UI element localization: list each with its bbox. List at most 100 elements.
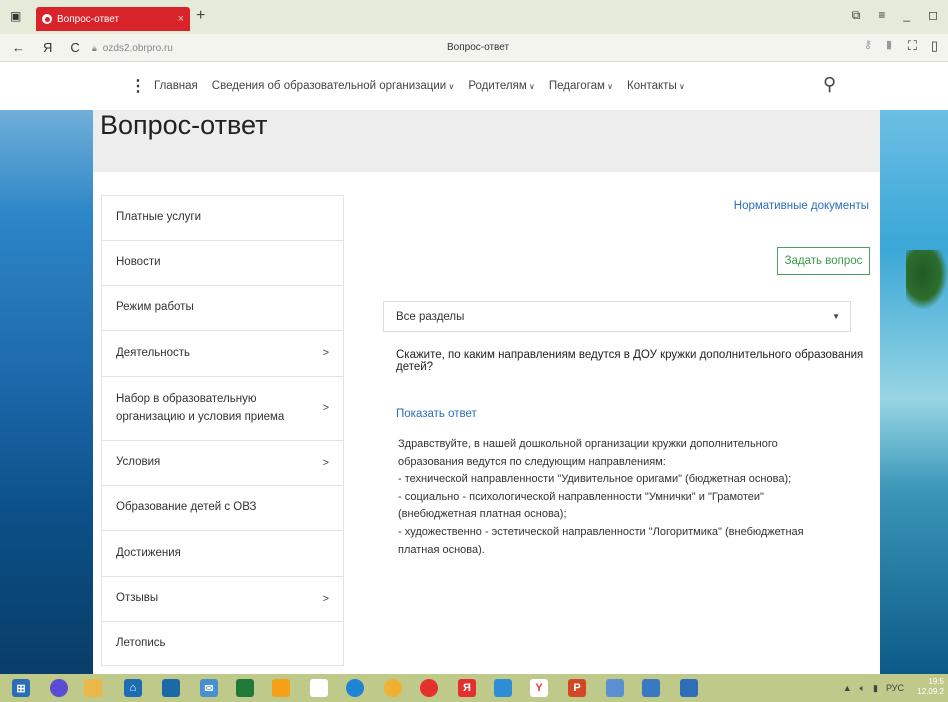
site-favicon-icon [42,14,52,24]
nav-item-teachers[interactable]: Педагогам [549,80,613,92]
sidebar-item-reviews[interactable]: Отзывы > [101,576,344,621]
home-icon[interactable]: ⌂ [124,679,142,697]
window-controls: ⧉ ≡ _ ◻ [852,8,938,23]
search-icon[interactable]: ⚲ [823,74,836,95]
page-title: Вопрос-ответ [100,110,268,140]
yandex-icon[interactable]: Я [43,40,52,55]
volume-icon[interactable]: 🔈︎ [860,683,865,694]
normative-documents-link[interactable]: Нормативные документы [734,200,869,212]
answer-line: Здравствуйте, в нашей дошкольной организ… [398,438,778,468]
extensions: ⛶ ▯ [908,38,938,54]
nav-item-home[interactable]: Главная [154,80,198,92]
sidebar-item-schedule[interactable]: Режим работы [101,285,344,330]
chevron-right-icon: > [322,347,329,360]
app-icon[interactable] [494,679,512,697]
powerpoint-icon[interactable]: P [568,679,586,697]
lock-icon: 🔒︎ [92,42,97,53]
explorer-icon[interactable] [84,679,102,697]
sidebar-item-admission[interactable]: Набор в образовательную организацию и ус… [101,376,344,440]
nav-item-contacts[interactable]: Контакты [627,80,685,92]
answer-text: Здравствуйте, в нашей дошкольной организ… [398,436,816,559]
background-palm-image [906,250,948,310]
minimize-button[interactable]: _ [903,8,910,23]
show-answer-link[interactable]: Показать ответ [396,408,477,420]
menu-icon[interactable]: ≡ [878,8,885,23]
address-page-title: Вопрос-ответ [447,42,510,53]
more-menu-icon[interactable]: ⋮ [130,76,146,96]
yandex-app-icon[interactable]: Y [530,679,548,697]
clock-date: 12.09.2 [917,687,944,697]
chevron-right-icon: > [322,402,329,415]
paint-icon[interactable] [642,679,660,697]
sidebar-menu: Платные услуги Новости Режим работы Деят… [101,195,344,666]
background-ocean-left [0,62,93,674]
site-navigation: ⋮ Главная Сведения об образовательной ор… [0,62,948,110]
answer-line: - социально - психологической направленн… [398,490,764,521]
sidebar-item-label: Деятельность [116,346,191,359]
sidebar-item-label: Образование детей с ОВЗ [116,501,257,514]
answer-line: - технической направленности "Удивительн… [398,473,792,486]
window-app-icon[interactable] [680,679,698,697]
sidebar-item-conditions[interactable]: Условия > [101,440,344,485]
translate-icon[interactable]: ⛶ [908,38,917,54]
monitor-icon[interactable] [162,679,180,697]
chevron-right-icon: > [322,456,329,469]
sidebar-item-label: Набор в образовательную организацию и ус… [116,393,285,423]
language-indicator[interactable]: РУС [886,683,904,694]
section-select[interactable]: Все разделы ▼ [383,301,851,332]
sidebar-item-label: Условия [116,456,161,469]
clock[interactable]: 19:5 12.09.2 [917,677,944,698]
nav-item-about[interactable]: Сведения об образовательной организации [212,80,455,92]
browser-tab-active[interactable]: Вопрос-ответ × [36,7,190,31]
sidebar-item-achievements[interactable]: Достижения [101,530,344,576]
tray-arrow-icon[interactable]: ▲ [843,683,852,694]
sidebar-item-special-education[interactable]: Образование детей с ОВЗ [101,485,344,530]
background-ocean-right [880,62,948,674]
calendar-icon[interactable] [236,679,254,697]
tab-close-icon[interactable]: × [178,13,184,25]
system-tray: ▲ 🔈︎ ▮ РУС [843,683,904,694]
yandex-browser-icon[interactable]: Я [458,679,476,697]
network-icon[interactable]: ▮ [873,683,878,694]
document-icon[interactable] [310,679,328,697]
wifi-icon[interactable] [272,679,290,697]
download-icon[interactable]: ▯ [931,38,938,54]
tabs-icon[interactable]: ▣ [10,9,21,23]
sidebar-item-paid-services[interactable]: Платные услуги [101,195,344,240]
page-header: Вопрос-ответ [93,110,880,172]
dropdown-caret-icon: ▼ [832,312,840,321]
bookmark-icon[interactable]: ▮ [886,38,892,51]
sidebar-item-label: Режим работы [116,301,194,314]
sidebar-item-label: Летопись [116,636,166,649]
mail-icon[interactable]: ✉ [200,679,218,697]
main-content: Платные услуги Новости Режим работы Деят… [93,172,880,674]
sidebar-item-activity[interactable]: Деятельность > [101,330,344,376]
bookmarks-icon[interactable]: ⧉ [852,8,861,23]
alice-icon[interactable] [50,679,68,697]
sidebar-item-chronicle[interactable]: Летопись [101,621,344,666]
chrome-icon[interactable] [384,679,402,697]
address-bar: ← Я C 🔒︎ ozds2.obrpro.ru Вопрос-ответ ⚷ … [0,34,948,62]
browser-tab-bar: ▣ Вопрос-ответ × + ⧉ ≡ _ ◻ [0,0,948,34]
ask-question-button[interactable]: Задать вопрос [777,247,870,275]
question-text: Скажите, по каким направлениям ведутся в… [396,349,864,373]
new-tab-button[interactable]: + [196,7,205,25]
ie-icon[interactable] [346,679,364,697]
restore-button[interactable]: ◻ [928,8,938,23]
windows-taskbar: ⊞ ⌂ ✉ Я Y P ▲ 🔈︎ ▮ РУС 19:5 12.09.2 [0,674,948,702]
start-icon[interactable]: ⊞ [12,679,30,697]
opera-icon[interactable] [420,679,438,697]
nav-item-parents[interactable]: Родителям [468,80,535,92]
reload-icon[interactable]: C [70,40,79,55]
back-icon[interactable]: ← [12,40,25,55]
answer-line: - художественно - эстетической направлен… [398,525,804,556]
site-nav-links: Главная Сведения об образовательной орга… [154,80,685,92]
key-icon[interactable]: ⚷ [864,38,872,51]
sidebar-item-label: Отзывы [116,592,159,605]
tab-title: Вопрос-ответ [57,13,120,25]
sidebar-item-news[interactable]: Новости [101,240,344,285]
settings-app-icon[interactable] [606,679,624,697]
sidebar-item-label: Достижения [116,546,181,559]
url-text: ozds2.obrpro.ru [102,42,173,54]
sidebar-item-label: Платные услуги [116,211,202,224]
